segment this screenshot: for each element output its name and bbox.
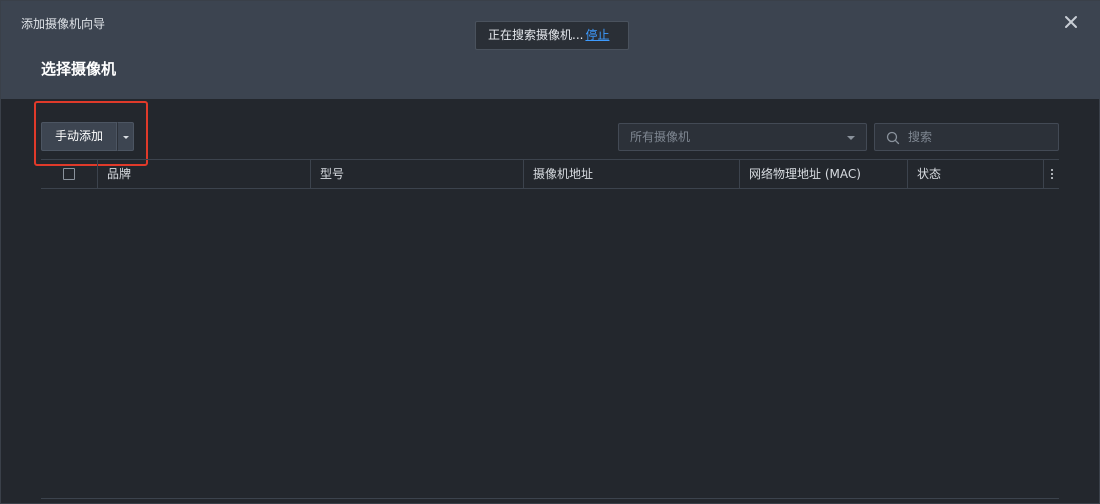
search-icon <box>886 131 900 145</box>
column-options-button[interactable] <box>1043 160 1059 188</box>
table-bottom-divider <box>41 498 1059 499</box>
kebab-menu-icon <box>1051 169 1053 171</box>
camera-filter-select[interactable]: 所有摄像机 <box>618 123 867 151</box>
caret-down-icon <box>123 136 129 139</box>
column-camera-address[interactable]: 摄像机地址 <box>523 160 739 188</box>
select-all-checkbox[interactable] <box>63 168 75 180</box>
manual-add-button[interactable]: 手动添加 <box>41 122 117 151</box>
kebab-dot <box>1051 173 1053 175</box>
search-box <box>874 123 1059 151</box>
camera-filter-value: 所有摄像机 <box>630 130 691 144</box>
step-title: 选择摄像机 <box>41 60 117 78</box>
chevron-down-icon <box>847 136 855 140</box>
camera-table-header: 品牌 型号 摄像机地址 网络物理地址 (MAC) 状态 <box>41 159 1059 189</box>
kebab-dot <box>1051 177 1053 179</box>
search-input[interactable] <box>908 124 1056 150</box>
dialog-header: 添加摄像机向导 选择摄像机 <box>1 1 1100 99</box>
column-status[interactable]: 状态 <box>907 160 1043 188</box>
column-brand[interactable]: 品牌 <box>97 160 310 188</box>
column-mac-address[interactable]: 网络物理地址 (MAC) <box>739 160 907 188</box>
camera-table-body <box>41 189 1059 499</box>
close-button[interactable] <box>1061 12 1081 32</box>
add-camera-wizard-dialog: 添加摄像机向导 选择摄像机 正在搜索摄像机...停止 手动添加 所有摄像机 品牌… <box>0 0 1100 504</box>
close-icon <box>1065 16 1077 28</box>
searching-toast: 正在搜索摄像机... 停止 <box>475 21 629 50</box>
add-options-dropdown[interactable] <box>117 122 134 151</box>
wizard-title: 添加摄像机向导 <box>21 17 106 31</box>
searching-text: 正在搜索摄像机... <box>488 28 584 42</box>
column-model[interactable]: 型号 <box>310 160 523 188</box>
select-all-cell <box>41 160 97 188</box>
stop-search-link[interactable]: 停止 <box>585 28 609 42</box>
